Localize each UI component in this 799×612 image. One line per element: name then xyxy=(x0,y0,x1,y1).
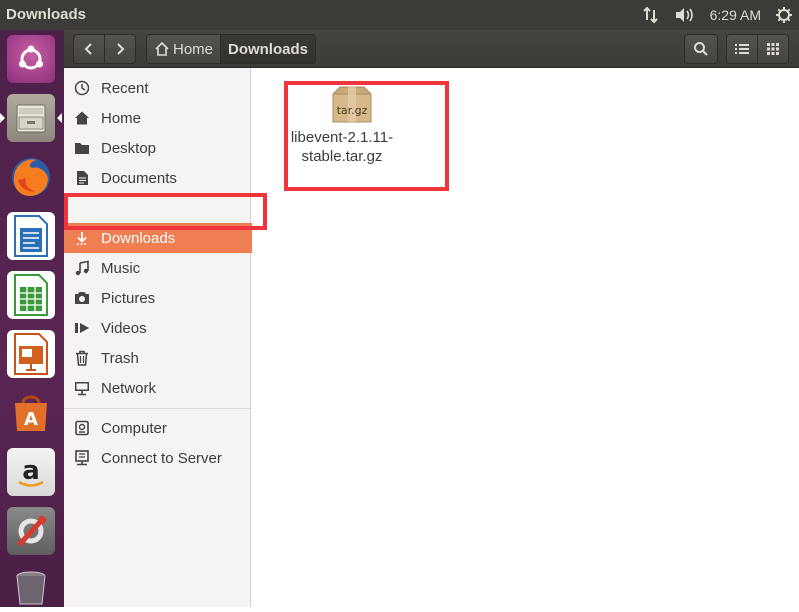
sidebar-item-pictures[interactable]: Pictures xyxy=(64,283,251,313)
music-icon xyxy=(74,260,90,276)
sidebar-item-computer[interactable]: Computer xyxy=(64,413,251,443)
trash-icon xyxy=(74,350,90,366)
sidebar-item-label: Music xyxy=(101,259,141,277)
sidebar-separator xyxy=(64,408,251,409)
chevron-right-icon xyxy=(117,43,125,55)
folder-icon xyxy=(74,140,90,156)
sidebar-item-home[interactable]: Home xyxy=(64,103,251,133)
server-icon xyxy=(74,450,90,466)
grid-icon xyxy=(767,43,779,55)
sidebar-item-label: Network xyxy=(101,379,157,397)
places-sidebar: Recent Home Desktop Documents Downloads … xyxy=(64,68,256,607)
network-arrows-icon[interactable] xyxy=(642,4,660,26)
svg-text:a: a xyxy=(22,456,40,486)
clock-icon xyxy=(74,80,90,96)
window-title: Downloads xyxy=(6,6,87,23)
chevron-left-icon xyxy=(84,43,92,55)
sidebar-item-label: Connect to Server xyxy=(101,449,222,467)
archive-icon: tar.gz xyxy=(330,86,374,126)
download-icon xyxy=(74,230,90,246)
software-center-icon[interactable]: A xyxy=(5,387,57,439)
path-bar-home-label: Home xyxy=(172,40,213,58)
sidebar-item-label: Recent xyxy=(101,79,149,97)
sidebar-item-network[interactable]: Network xyxy=(64,373,251,403)
drive-icon xyxy=(74,420,90,436)
system-settings-icon[interactable] xyxy=(5,505,57,557)
firefox-icon[interactable] xyxy=(5,151,57,203)
trash-icon[interactable] xyxy=(5,560,57,612)
sidebar-item-label: Trash xyxy=(101,349,139,367)
amazon-icon[interactable]: a xyxy=(5,446,57,498)
home-icon xyxy=(74,110,90,126)
sidebar-item-trash[interactable]: Trash xyxy=(64,343,251,373)
sidebar-item-desktop[interactable]: Desktop xyxy=(64,133,251,163)
path-bar-home[interactable]: Home xyxy=(146,34,221,64)
file-name: libevent-2.1.11- stable.tar.gz xyxy=(290,129,394,165)
grid-view-button[interactable] xyxy=(757,34,789,64)
sidebar-item-music[interactable]: Music xyxy=(64,253,251,283)
headerbar: Home Downloads xyxy=(64,30,799,68)
back-button[interactable] xyxy=(73,34,105,64)
forward-button[interactable] xyxy=(104,34,136,64)
sidebar-item-label: Videos xyxy=(101,319,147,337)
top-panel: Downloads 6:29 AM xyxy=(0,0,799,30)
sidebar-item-label: Downloads xyxy=(101,229,176,247)
writer-icon[interactable] xyxy=(5,210,57,262)
power-gear-icon[interactable] xyxy=(775,4,793,26)
launcher: A a xyxy=(0,30,64,607)
archive-icon-label: tar.gz xyxy=(337,104,368,117)
sidebar-item-connect-to-server[interactable]: Connect to Server xyxy=(64,443,251,473)
sidebar-item-label: Desktop xyxy=(101,139,157,157)
path-bar-downloads[interactable]: Downloads xyxy=(220,34,316,64)
sidebar-item-label: Home xyxy=(101,109,142,127)
sidebar-item-label: Documents xyxy=(101,169,177,187)
sidebar-item-videos[interactable]: Videos xyxy=(64,313,251,343)
running-indicator xyxy=(0,113,5,123)
sidebar-item-documents[interactable]: Documents xyxy=(64,163,251,193)
impress-icon[interactable] xyxy=(5,328,57,380)
files-window: Home Downloads Recent Home Desktop Docum… xyxy=(64,30,799,607)
svg-text:A: A xyxy=(24,409,38,430)
clock-time[interactable]: 6:29 AM xyxy=(710,4,761,26)
home-icon xyxy=(155,41,169,56)
sidebar-item-recent[interactable]: Recent xyxy=(64,73,251,103)
list-icon xyxy=(735,44,749,54)
camera-icon xyxy=(74,290,90,306)
path-bar-downloads-label: Downloads xyxy=(227,40,308,58)
video-icon xyxy=(74,320,90,336)
files-icon[interactable] xyxy=(0,92,62,144)
sidebar-item-downloads[interactable]: Downloads xyxy=(64,223,256,253)
sidebar-item-label: Pictures xyxy=(101,289,156,307)
sidebar-item-label: Computer xyxy=(101,419,167,437)
network-icon xyxy=(74,380,90,396)
list-view-button[interactable] xyxy=(726,34,758,64)
document-icon xyxy=(74,170,90,186)
search-button[interactable] xyxy=(684,34,718,64)
file-view[interactable]: tar.gz libevent-2.1.11- stable.tar.gz xyxy=(252,68,799,607)
indicator-area: 6:29 AM xyxy=(642,4,793,26)
search-icon xyxy=(694,42,708,56)
volume-icon[interactable] xyxy=(674,4,696,26)
file-item[interactable]: tar.gz libevent-2.1.11- stable.tar.gz xyxy=(284,86,414,196)
focused-indicator xyxy=(57,113,62,123)
calc-icon[interactable] xyxy=(5,269,57,321)
ubuntu-dash-icon[interactable] xyxy=(5,33,57,85)
